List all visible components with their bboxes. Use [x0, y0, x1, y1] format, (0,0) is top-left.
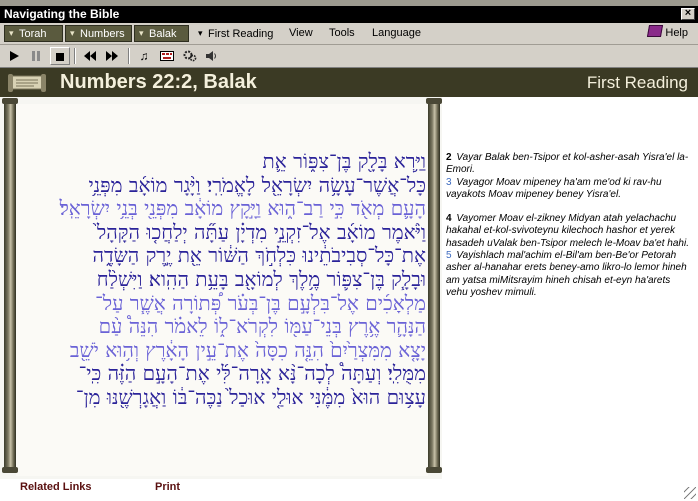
verse-text: Vayar Balak ben-Tsipor et kol-asher-asah…: [446, 152, 689, 176]
menu-view[interactable]: View: [287, 25, 315, 42]
hebrew-line[interactable]: הָעָ֛ם מְאֹ֖ד כִּ֣י רַב־ה֑וּא וַיָּ֣קָץ …: [18, 197, 426, 221]
menu-torah[interactable]: Torah: [4, 25, 63, 42]
toolbar-separator: [128, 48, 130, 64]
help-button[interactable]: Help: [647, 25, 688, 42]
settings-icon[interactable]: [180, 47, 200, 65]
hebrew-text[interactable]: וַיַּ֥רְא בָּלָ֖ק בֶּן־צִפּ֑וֹר אֵ֛ת כָּ…: [18, 150, 426, 410]
title-bar: Navigating the Bible ×: [0, 6, 698, 23]
verse-number: 2: [446, 152, 452, 163]
hebrew-line[interactable]: הַנָּהָ֛ר אֶ֥רֶץ בְּנֵי־עַמּ֖וֹ לִקְרֹא־…: [18, 315, 426, 339]
scroll-rod-knob: [2, 98, 18, 104]
hebrew-line[interactable]: מַלְאָכִ֜ים אֶל־בִּלְעָ֣ם בֶּן־בְּעֹ֗ר פ…: [18, 292, 426, 316]
verse-text: Vayishlach mal'achim el-Bil'am ben-Be'or…: [446, 250, 687, 298]
hebrew-line[interactable]: וַיַּ֥רְא בָּלָ֖ק בֶּן־צִפּ֑וֹר אֵ֛ת: [18, 150, 426, 174]
scroll-rod-knob: [426, 98, 442, 104]
hebrew-line[interactable]: וּבָלָ֧ק בֶּן־צִפּ֛וֹר מֶ֥לֶךְ לְמוֹאָ֖ב…: [18, 268, 426, 292]
hebrew-keyboard-icon[interactable]: [157, 47, 177, 65]
verse-number: 3: [446, 176, 452, 188]
rewind-icon[interactable]: [80, 47, 100, 65]
verse-text: Vayagor Moav mipeney ha'am me'od ki rav-…: [446, 176, 662, 200]
music-note-icon[interactable]: ♫: [134, 47, 154, 65]
toolbar: ♫: [0, 45, 698, 68]
menu-first-reading[interactable]: First Reading: [193, 25, 279, 42]
hebrew-line[interactable]: כָּל־אֲשֶׁר־עָשָׂ֥ה יִשְׂרָאֵ֖ל לָאֱמֹרִ…: [18, 174, 426, 198]
scroll-rod-left: [4, 101, 16, 469]
print-link[interactable]: Print: [155, 481, 180, 493]
verse-text: Vayomer Moav el-zikney Midyan atah yelac…: [446, 213, 689, 249]
hebrew-line[interactable]: אֶת־כָּל־סְבִיבֹתֵ֔ינוּ כִּלְחֹ֣ךְ הַשּׁ…: [18, 244, 426, 268]
hebrew-line[interactable]: וַיֹּ֨אמֶר מוֹאָ֜ב אֶל־זִקְנֵ֣י מִדְיָ֗ן…: [18, 221, 426, 245]
pause-icon[interactable]: [26, 47, 46, 65]
hebrew-line[interactable]: יָצָ֤א מִמִּצְרַ֙יִם֙ הִנֵּ֤ה כִסָּה֙ אֶ…: [18, 339, 426, 363]
verse-number: 4: [446, 213, 452, 225]
scroll-rod-knob: [2, 467, 18, 473]
fast-forward-icon[interactable]: [102, 47, 122, 65]
verse[interactable]: 4 Vayomer Moav el-zikney Midyan atah yel…: [446, 213, 691, 299]
verse[interactable]: 2 Vayar Balak ben-Tsipor et kol-asher-as…: [446, 152, 691, 201]
verse-number: 5: [446, 250, 452, 262]
stop-icon[interactable]: [50, 47, 70, 65]
reading-label: First Reading: [586, 73, 688, 92]
menu-language[interactable]: Language: [370, 25, 423, 42]
related-links-link[interactable]: Related Links: [20, 481, 92, 493]
torah-scroll-icon: [8, 74, 46, 92]
hebrew-line[interactable]: מִמֻּלִֽי׃ וְעַתָּה֩ לְכָה־נָּ֨א אָֽרָה־…: [18, 362, 426, 386]
play-icon[interactable]: [4, 47, 24, 65]
menu-bar: Torah Numbers Balak First Reading View T…: [0, 23, 698, 45]
resize-grip-icon[interactable]: [684, 487, 696, 499]
help-book-icon: [647, 25, 664, 37]
window-title: Navigating the Bible: [4, 7, 120, 21]
transliteration-pane: 2 Vayar Balak ben-Tsipor et kol-asher-as…: [446, 152, 691, 311]
close-icon[interactable]: ×: [681, 8, 695, 20]
help-label: Help: [665, 27, 688, 39]
menu-numbers[interactable]: Numbers: [65, 25, 132, 42]
passage-reference: Numbers 22:2, Balak: [60, 71, 257, 93]
menu-balak[interactable]: Balak: [134, 25, 189, 42]
scroll-rod-knob: [426, 467, 442, 473]
scroll-rod-right: [428, 101, 440, 469]
menu-tools[interactable]: Tools: [327, 25, 357, 42]
footer-bar: Related Links Print: [0, 479, 698, 501]
hebrew-line[interactable]: עָצ֥וּם הוּא֙ מִמֶּ֔נִּי אוּלַ֤י אוּכַל֙…: [18, 386, 426, 410]
speaker-icon[interactable]: [201, 47, 221, 65]
passage-header: Numbers 22:2, Balak First Reading: [0, 68, 698, 97]
toolbar-separator: [74, 48, 76, 64]
